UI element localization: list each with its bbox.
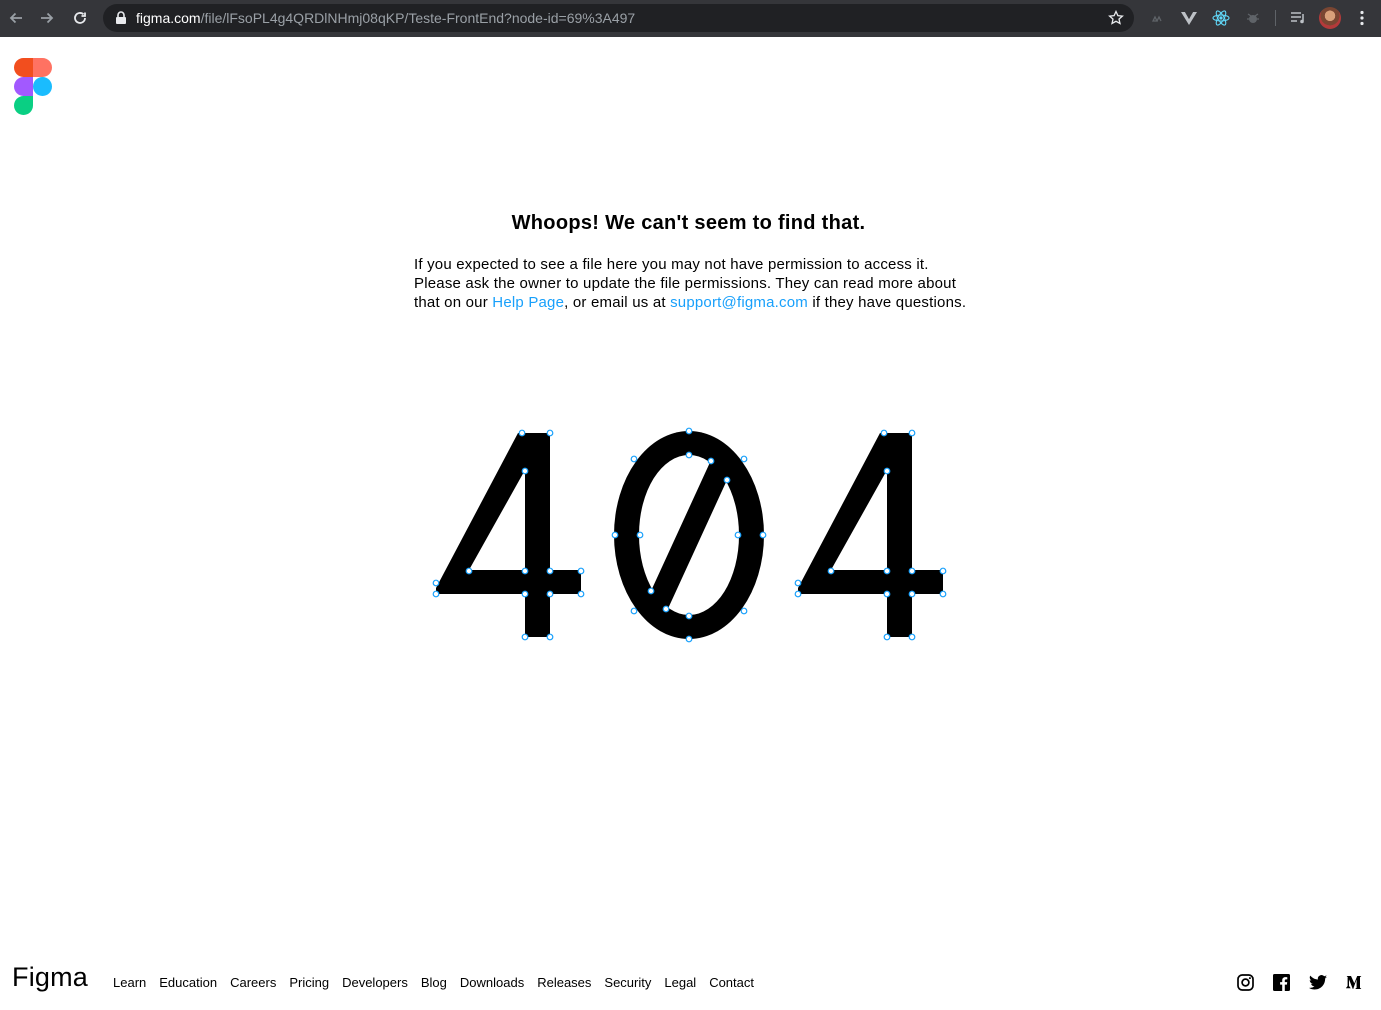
- support-email-link[interactable]: support@figma.com: [670, 294, 808, 311]
- extension-recycle-icon[interactable]: [1148, 9, 1166, 27]
- digit-zero: [614, 431, 764, 639]
- instagram-icon[interactable]: [1235, 972, 1255, 992]
- footer-link-legal[interactable]: Legal: [664, 975, 696, 990]
- address-bar[interactable]: figma.com/file/lFsoPL4g4QRDlNHmj08qKP/Te…: [103, 4, 1134, 32]
- footer-link-learn[interactable]: Learn: [113, 975, 146, 990]
- footer-link-careers[interactable]: Careers: [230, 975, 276, 990]
- footer-link-pricing[interactable]: Pricing: [289, 975, 329, 990]
- back-button[interactable]: [6, 8, 26, 28]
- profile-avatar[interactable]: [1319, 7, 1341, 29]
- footer-link-security[interactable]: Security: [604, 975, 651, 990]
- figma-logo-icon[interactable]: [14, 58, 52, 115]
- browser-toolbar: figma.com/file/lFsoPL4g4QRDlNHmj08qKP/Te…: [0, 0, 1381, 37]
- reload-icon: [74, 12, 86, 24]
- arrow-left-icon: [9, 12, 22, 24]
- error-message: If you expected to see a file here you m…: [414, 255, 974, 312]
- message-text: , or email us at: [564, 294, 671, 311]
- media-playlist-icon[interactable]: [1289, 9, 1307, 27]
- facebook-icon[interactable]: [1271, 972, 1291, 992]
- twitter-icon[interactable]: [1308, 972, 1328, 992]
- toolbar-separator: [1275, 10, 1276, 26]
- digit-four-left: [436, 433, 581, 637]
- footer-link-blog[interactable]: Blog: [421, 975, 447, 990]
- error-404-illustration: [432, 427, 947, 643]
- medium-icon[interactable]: [1345, 972, 1365, 992]
- url-text[interactable]: figma.com/file/lFsoPL4g4QRDlNHmj08qKP/Te…: [136, 10, 635, 26]
- help-page-link[interactable]: Help Page: [492, 294, 564, 311]
- message-text: if they have questions.: [807, 294, 967, 311]
- reload-button[interactable]: [70, 8, 90, 28]
- footer-link-contact[interactable]: Contact: [709, 975, 754, 990]
- forward-button[interactable]: [37, 8, 57, 28]
- error-headline: Whoops! We can't seem to find that.: [511, 212, 866, 234]
- lock-icon: [116, 11, 126, 24]
- star-icon[interactable]: [1108, 10, 1124, 26]
- kebab-menu-icon[interactable]: [1353, 9, 1371, 27]
- footer-link-developers[interactable]: Developers: [342, 975, 408, 990]
- extension-vue-icon[interactable]: [1180, 9, 1198, 27]
- extension-react-icon[interactable]: [1212, 9, 1230, 27]
- arrow-right-icon: [41, 12, 54, 24]
- footer-link-downloads[interactable]: Downloads: [460, 975, 524, 990]
- footer-nav: Learn Education Careers Pricing Develope…: [113, 975, 767, 990]
- extension-bug-icon[interactable]: [1244, 9, 1262, 27]
- footer-link-education[interactable]: Education: [159, 975, 217, 990]
- footer-link-releases[interactable]: Releases: [537, 975, 591, 990]
- digit-four-right: [798, 433, 943, 637]
- footer-figma-wordmark[interactable]: Figma: [12, 962, 88, 993]
